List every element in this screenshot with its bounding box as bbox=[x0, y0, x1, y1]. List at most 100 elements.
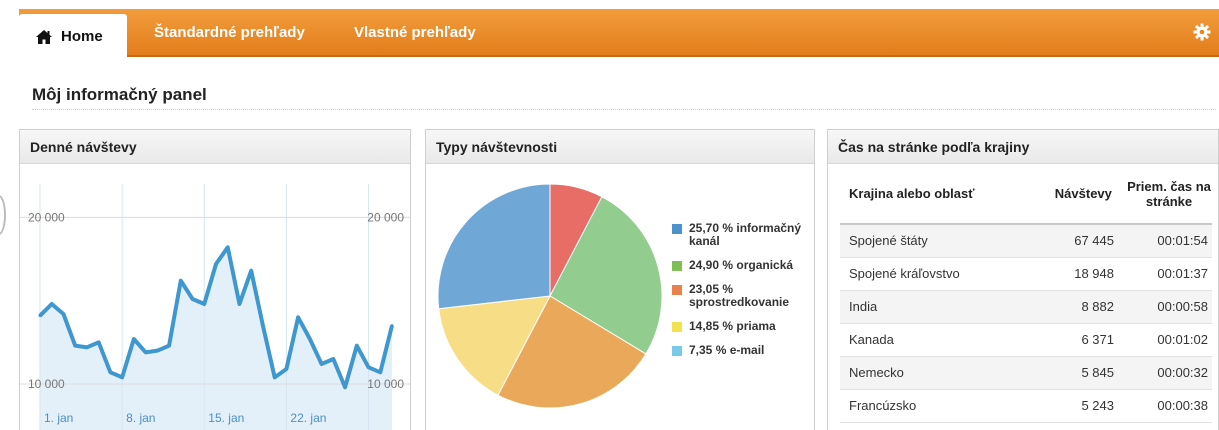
x-tick-label: 8. jan bbox=[126, 411, 155, 425]
country-cell: Spojené štáty bbox=[840, 224, 1041, 258]
traffic-types-legend: 25,70 % informačný kanál 24,90 % organick… bbox=[672, 222, 812, 368]
data-point bbox=[50, 302, 54, 306]
legend-label: 24,90 % organická bbox=[689, 258, 794, 272]
column-header-country[interactable]: Krajina alebo oblasť bbox=[840, 164, 1041, 225]
avg-time-cell: 00:00:38 bbox=[1126, 389, 1212, 423]
table-row[interactable]: Francúzsko 5 243 00:00:38 bbox=[840, 389, 1212, 423]
legend-item: 25,70 % informačný kanál bbox=[672, 222, 812, 248]
nav-custom-reports[interactable]: Vlastné prehľady bbox=[354, 24, 476, 41]
data-point bbox=[144, 350, 148, 354]
legend-swatch bbox=[672, 224, 682, 234]
data-point bbox=[331, 357, 335, 361]
avg-time-cell: 00:01:54 bbox=[1126, 224, 1212, 258]
country-cell: India bbox=[840, 290, 1041, 324]
pie-slice bbox=[437, 183, 551, 310]
legend-swatch bbox=[672, 346, 682, 356]
data-point bbox=[97, 340, 101, 344]
y-tick-label-right: 10 000 bbox=[367, 377, 404, 391]
legend-label: 25,70 % informačný kanál bbox=[689, 221, 802, 248]
legend-swatch bbox=[672, 261, 682, 271]
data-point bbox=[73, 344, 77, 348]
daily-visits-chart: 10 000 10 000 20 000 20 000 1. jan 8. jan 15. … bbox=[20, 184, 410, 430]
daily-visits-title: Denné návštevy bbox=[20, 130, 410, 164]
visits-cell: 6 371 bbox=[1040, 323, 1126, 357]
x-tick-label: 15. jan bbox=[208, 411, 244, 425]
legend-item: 7,35 % e-mail bbox=[672, 344, 812, 357]
country-cell: Nemecko bbox=[840, 356, 1041, 390]
nav-standard-reports[interactable]: Štandardné prehľady bbox=[154, 24, 305, 41]
data-point bbox=[61, 312, 65, 316]
data-point bbox=[179, 279, 183, 283]
avg-time-cell: 00:00:32 bbox=[1126, 356, 1212, 390]
traffic-types-widget: Typy návštevnosti 25,70 % informačný kan… bbox=[425, 129, 815, 430]
top-navigation-bar: Home Štandardné prehľady Vlastné prehľad… bbox=[19, 9, 1219, 59]
data-point bbox=[296, 315, 300, 319]
legend-label: 7,35 % e-mail bbox=[689, 343, 765, 357]
visits-cell: 5 243 bbox=[1040, 389, 1126, 423]
table-row[interactable]: India 8 882 00:00:58 bbox=[840, 290, 1212, 324]
table-row[interactable]: Spojené kráľovstvo 18 948 00:01:37 bbox=[840, 257, 1212, 291]
table-row[interactable]: Nemecko 5 845 00:00:32 bbox=[840, 356, 1212, 390]
home-icon bbox=[36, 29, 52, 44]
visits-cell: 8 882 bbox=[1040, 290, 1126, 324]
traffic-types-title: Typy návštevnosti bbox=[426, 130, 814, 164]
data-point bbox=[167, 344, 171, 348]
data-point bbox=[378, 370, 382, 374]
data-point bbox=[343, 385, 347, 389]
traffic-types-pie-chart bbox=[437, 183, 663, 409]
data-point bbox=[390, 324, 394, 328]
tab-home-label: Home bbox=[61, 28, 103, 45]
y-tick-label-left: 10 000 bbox=[28, 377, 65, 391]
avg-time-cell: 00:01:02 bbox=[1126, 323, 1212, 357]
country-cell: Kanada bbox=[840, 323, 1041, 357]
data-point bbox=[308, 337, 312, 341]
time-on-site-title: Čas na stránke podľa krajiny bbox=[828, 130, 1218, 164]
data-point bbox=[284, 367, 288, 371]
data-point bbox=[355, 344, 359, 348]
data-point bbox=[320, 362, 324, 366]
visits-cell: 67 445 bbox=[1040, 224, 1126, 258]
legend-label: 23,05 % sprostredkovanie bbox=[689, 282, 790, 309]
y-tick-label-right: 20 000 bbox=[367, 210, 404, 224]
avg-time-cell: 00:01:37 bbox=[1126, 257, 1212, 291]
daily-visits-widget: Denné návštevy 10 000 10 000 20 000 20 000 1… bbox=[19, 129, 411, 430]
column-header-visits[interactable]: Návštevy bbox=[1040, 164, 1126, 225]
data-point bbox=[261, 324, 265, 328]
y-tick-label-left: 20 000 bbox=[28, 210, 65, 224]
legend-label: 14,85 % priama bbox=[689, 319, 776, 333]
data-point bbox=[132, 337, 136, 341]
visits-cell: 5 845 bbox=[1040, 356, 1126, 390]
data-point bbox=[38, 314, 42, 318]
legend-swatch bbox=[672, 322, 682, 332]
avg-time-cell: 00:00:58 bbox=[1126, 290, 1212, 324]
data-point bbox=[191, 297, 195, 301]
legend-item: 14,85 % priama bbox=[672, 320, 812, 333]
page-title: Môj informačný panel bbox=[32, 85, 207, 104]
data-point bbox=[273, 375, 277, 379]
data-point bbox=[214, 262, 218, 266]
data-point bbox=[226, 245, 230, 249]
data-point bbox=[120, 375, 124, 379]
data-point bbox=[367, 365, 371, 369]
data-point bbox=[202, 302, 206, 306]
table-row[interactable]: Kanada 6 371 00:01:02 bbox=[840, 323, 1212, 357]
visits-cell: 18 948 bbox=[1040, 257, 1126, 291]
legend-item: 23,05 % sprostredkovanie bbox=[672, 283, 812, 309]
column-header-avg-time[interactable]: Priem. čas na stránke bbox=[1126, 164, 1212, 225]
time-on-site-widget: Čas na stránke podľa krajiny Krajina ale… bbox=[827, 129, 1219, 430]
country-cell: Spojené kráľovstvo bbox=[840, 257, 1041, 291]
legend-swatch bbox=[672, 285, 682, 295]
data-point bbox=[155, 349, 159, 353]
country-table: Krajina alebo oblasť Návštevy Priem. čas… bbox=[840, 164, 1212, 423]
table-row[interactable]: Spojené štáty 67 445 00:01:54 bbox=[840, 224, 1212, 258]
gear-icon[interactable] bbox=[1193, 23, 1211, 41]
country-cell: Francúzsko bbox=[840, 389, 1041, 423]
data-point bbox=[108, 370, 112, 374]
scroll-handle[interactable] bbox=[0, 195, 6, 235]
data-point bbox=[249, 269, 253, 273]
title-divider bbox=[32, 109, 1216, 110]
tab-home[interactable]: Home bbox=[19, 14, 127, 59]
area-fill bbox=[40, 247, 392, 430]
data-point bbox=[85, 345, 89, 349]
x-tick-label: 1. jan bbox=[44, 411, 73, 425]
